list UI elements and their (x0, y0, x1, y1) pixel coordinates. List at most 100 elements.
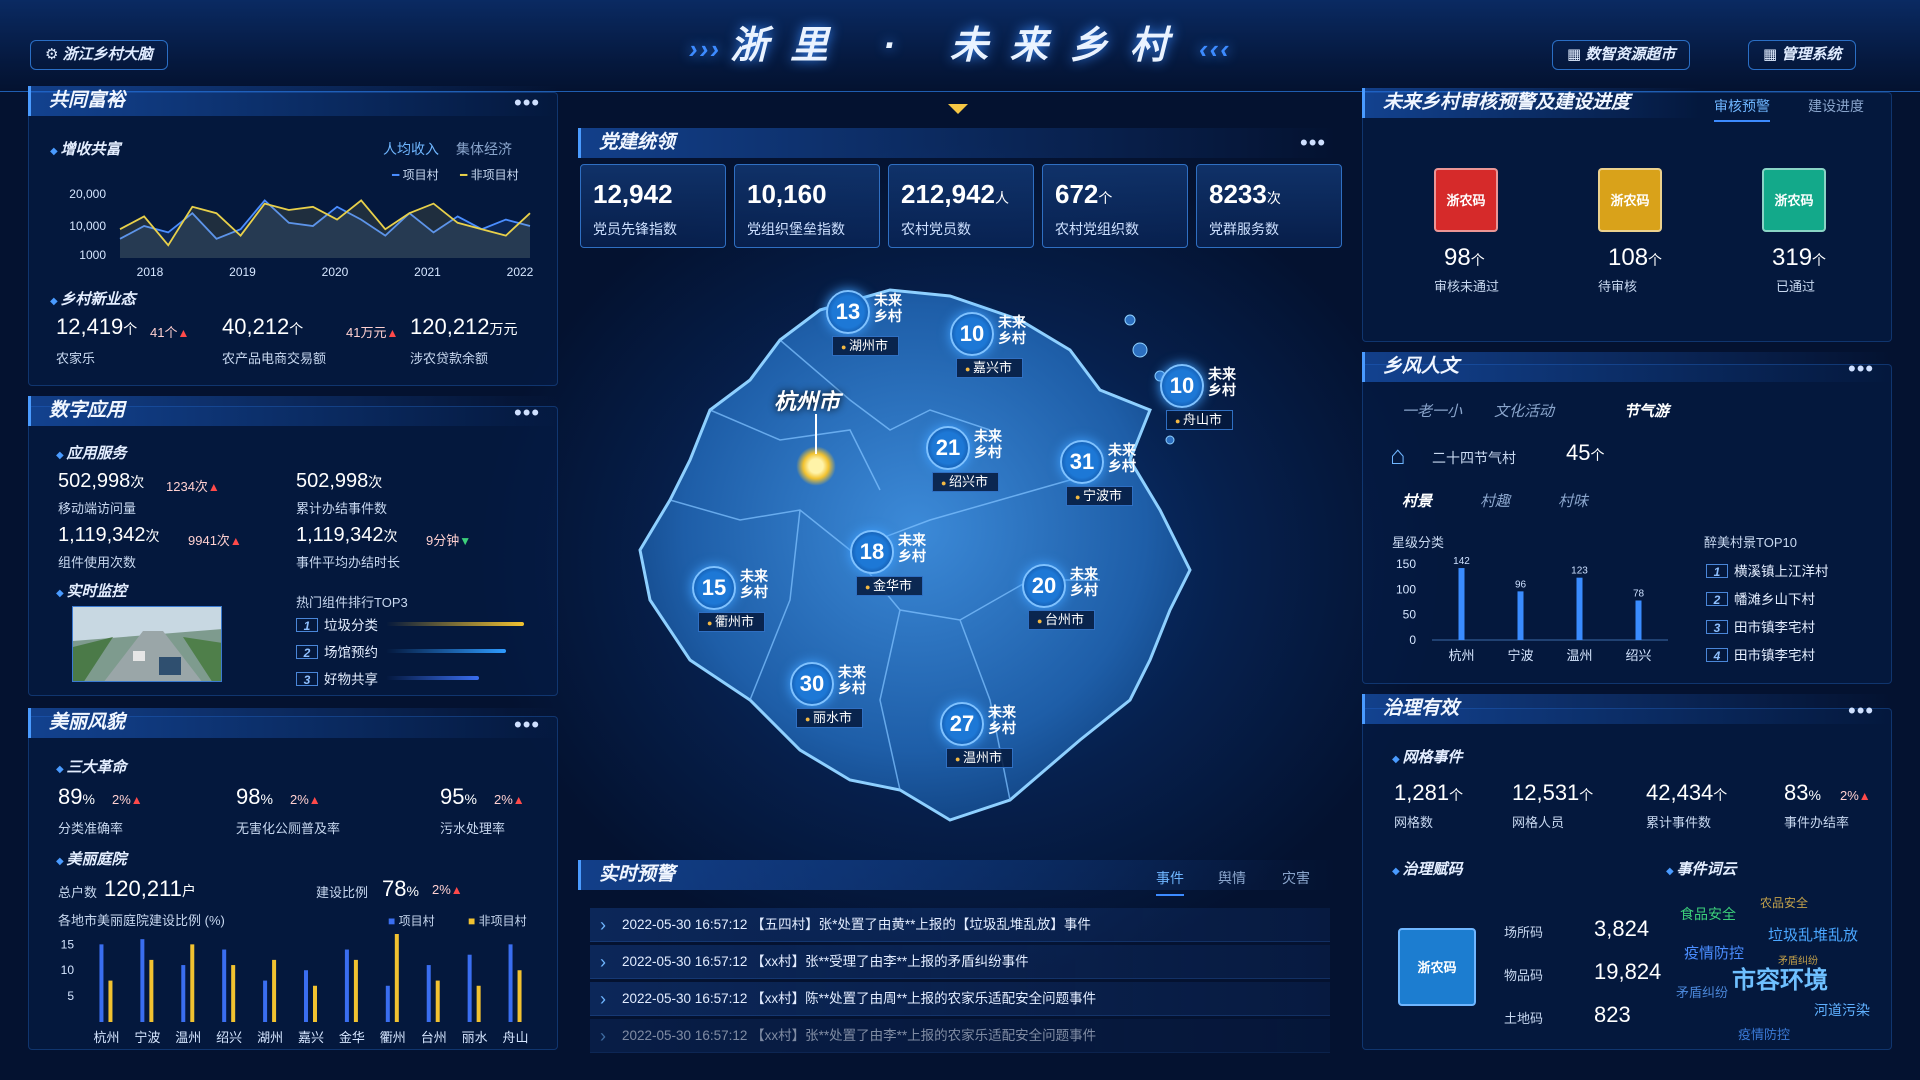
tab-elder-child[interactable]: 一老一小 (1402, 400, 1462, 421)
alert-row[interactable]: 2022-05-30 16:57:12 【xx村】张**处置了由李**上报的农家… (590, 1019, 1330, 1053)
more-icon[interactable]: ••• (514, 402, 540, 424)
grid-icon: ▦ (1763, 46, 1782, 63)
stat-label: 事件平均办结时长 (296, 555, 401, 570)
kpi-card: 8233次 党群服务数 (1196, 164, 1342, 248)
more-icon[interactable]: ••• (1848, 358, 1874, 380)
cloud-subtitle: 事件词云 (1666, 858, 1736, 879)
stat-label: 分类准确率 (58, 821, 124, 836)
revolution-subtitle: 三大革命 (56, 756, 126, 777)
more-icon[interactable]: ••• (514, 92, 540, 114)
ratio-value: 78% (382, 876, 419, 901)
grid-subtitle: 网格事件 (1392, 746, 1462, 767)
star-bar-chart: 150 100 50 0 142 杭州 96 宁波 123 温州 78 绍兴 (1396, 556, 1668, 663)
x-tick-label: 绍兴 (1625, 648, 1651, 663)
kpi-value: 672个 (1055, 179, 1113, 209)
monitor-video-thumbnail[interactable] (72, 606, 222, 682)
stat-value: 502,998次 (58, 470, 145, 492)
code-label: 场所码 (1504, 925, 1544, 940)
stat-label: 网格人员 (1512, 815, 1565, 830)
legend-project: ■ 项目村 (388, 914, 435, 928)
x-tick-label: 绍兴 (216, 1030, 242, 1045)
tab-taste[interactable]: 村味 (1558, 490, 1588, 511)
legend-non-project: ■ 非项目村 (468, 914, 527, 928)
admin-system-button[interactable]: ▦ 管理系统 (1748, 40, 1857, 70)
pin-suffix: 未来 乡村 (1208, 366, 1236, 398)
ratio-label: 建设比例 (316, 885, 369, 900)
bar-value-label: 142 (1453, 556, 1470, 567)
data-market-button[interactable]: ▦ 数智资源超市 (1552, 40, 1691, 70)
kpi-card: 672个农村党组织数 (1042, 164, 1188, 248)
stat-value: 89% (58, 784, 95, 809)
kpi-label: 党员先锋指数 (593, 221, 677, 237)
pin-city: 嘉兴市 (956, 358, 1023, 378)
bar-project (467, 954, 472, 1022)
stat-value: 98% (236, 784, 273, 809)
stat-label: 累计事件数 (1646, 815, 1712, 830)
code-value: 19,824 (1594, 959, 1662, 984)
alert-row[interactable]: 2022-05-30 16:57:12 【xx村】张**受理了由李**上报的矛盾… (590, 945, 1330, 979)
pin-count: 31 (1060, 440, 1104, 484)
x-tick-label: 2019 (229, 265, 256, 279)
stat-value: 1,281个 (1394, 780, 1464, 805)
pin-suffix: 未来 乡村 (740, 568, 768, 600)
tab-solar-tour[interactable]: 节气游 (1624, 400, 1669, 421)
y-tick-label: 15 (61, 937, 75, 951)
pin-city: 金华市 (856, 576, 923, 596)
stat-value: 42,434个 (1646, 780, 1728, 805)
stat-label: 网格数 (1394, 815, 1434, 830)
kpi-label: 农村党组织数 (1055, 221, 1139, 237)
code-icon: 浙农码 (1434, 168, 1498, 232)
y-tick-label: 5 (67, 989, 74, 1003)
alert-row[interactable]: 2022-05-30 16:57:12 【xx村】陈**处置了由周**上报的农家… (590, 982, 1330, 1016)
rank-item: 3 好物共享 (296, 668, 378, 688)
x-tick-label: 丽水 (462, 1030, 488, 1045)
zhenong-code-icon[interactable]: 浙农码 (1398, 928, 1476, 1006)
pin-city: 宁波市 (1066, 486, 1133, 506)
digital-title: 数字应用 (28, 396, 558, 426)
garden-bar-chart: 15 10 5 杭州 宁波 温州 绍兴 湖州 嘉兴 金华 衢州 台州 丽水 舟山 (61, 934, 529, 1045)
x-tick-label: 舟山 (503, 1030, 529, 1045)
bar-value-label: 96 (1515, 579, 1527, 590)
pin-city: 舟山市 (1166, 410, 1233, 430)
bar-non-project (313, 985, 317, 1022)
bar-project (344, 949, 349, 1022)
kpi-label: 党群服务数 (1209, 221, 1279, 237)
stat-label: 事件办结率 (1784, 815, 1850, 830)
chevrons-left-icon: ‹‹‹ (1189, 34, 1232, 64)
bar-non-project (231, 965, 236, 1022)
tab-event[interactable]: 事件 (1156, 868, 1184, 896)
bar-project (222, 949, 227, 1022)
tab-per-capita[interactable]: 人均收入 (383, 139, 439, 159)
tab-public-opinion[interactable]: 舆情 (1218, 868, 1246, 888)
stat-label: 农产品电商交易额 (222, 351, 327, 366)
pin-city: 温州市 (946, 748, 1013, 768)
x-tick-label: 宁波 (134, 1030, 160, 1045)
tab-disaster[interactable]: 灾害 (1282, 868, 1310, 888)
kpi-card: 10,160 党组织堡垒指数 (734, 164, 880, 248)
x-tick-label: 温州 (1566, 648, 1592, 663)
house-icon: ⌂ (1390, 440, 1406, 470)
stat-value: 95% (440, 784, 477, 809)
page-title: ››› 浙里 · 未来乡村 ‹‹‹ (688, 25, 1232, 67)
more-icon[interactable]: ••• (1300, 132, 1326, 154)
x-tick-label: 杭州 (93, 1030, 119, 1045)
y-tick-label: 100 (1396, 582, 1416, 596)
brand-button[interactable]: ⚙ 浙江乡村大脑 (30, 40, 168, 70)
more-icon[interactable]: ••• (1848, 700, 1874, 722)
tab-collective[interactable]: 集体经济 (456, 139, 512, 159)
x-tick-label: 金华 (339, 1030, 365, 1045)
tab-scene[interactable]: 村景 (1402, 490, 1432, 511)
tab-fun[interactable]: 村趣 (1480, 490, 1510, 511)
more-icon[interactable]: ••• (514, 714, 540, 736)
cloud-word: 矛盾纠纷 (1676, 985, 1729, 1000)
tab-audit-warning[interactable]: 审核预警 (1714, 96, 1770, 122)
tab-culture-activity[interactable]: 文化活动 (1494, 400, 1554, 421)
bar-project (263, 980, 268, 1022)
pin-suffix: 未来 乡村 (898, 532, 926, 564)
alert-row[interactable]: 2022-05-30 16:57:12 【五四村】张*处置了由黄**上报的【垃圾… (590, 908, 1330, 942)
code-value: 319个 (1772, 244, 1827, 271)
code-value: 98个 (1444, 244, 1485, 271)
rank-item: 2 场馆预约 (296, 641, 378, 661)
tab-build-progress[interactable]: 建设进度 (1808, 96, 1864, 116)
cloud-word: 食品安全 (1680, 906, 1736, 922)
